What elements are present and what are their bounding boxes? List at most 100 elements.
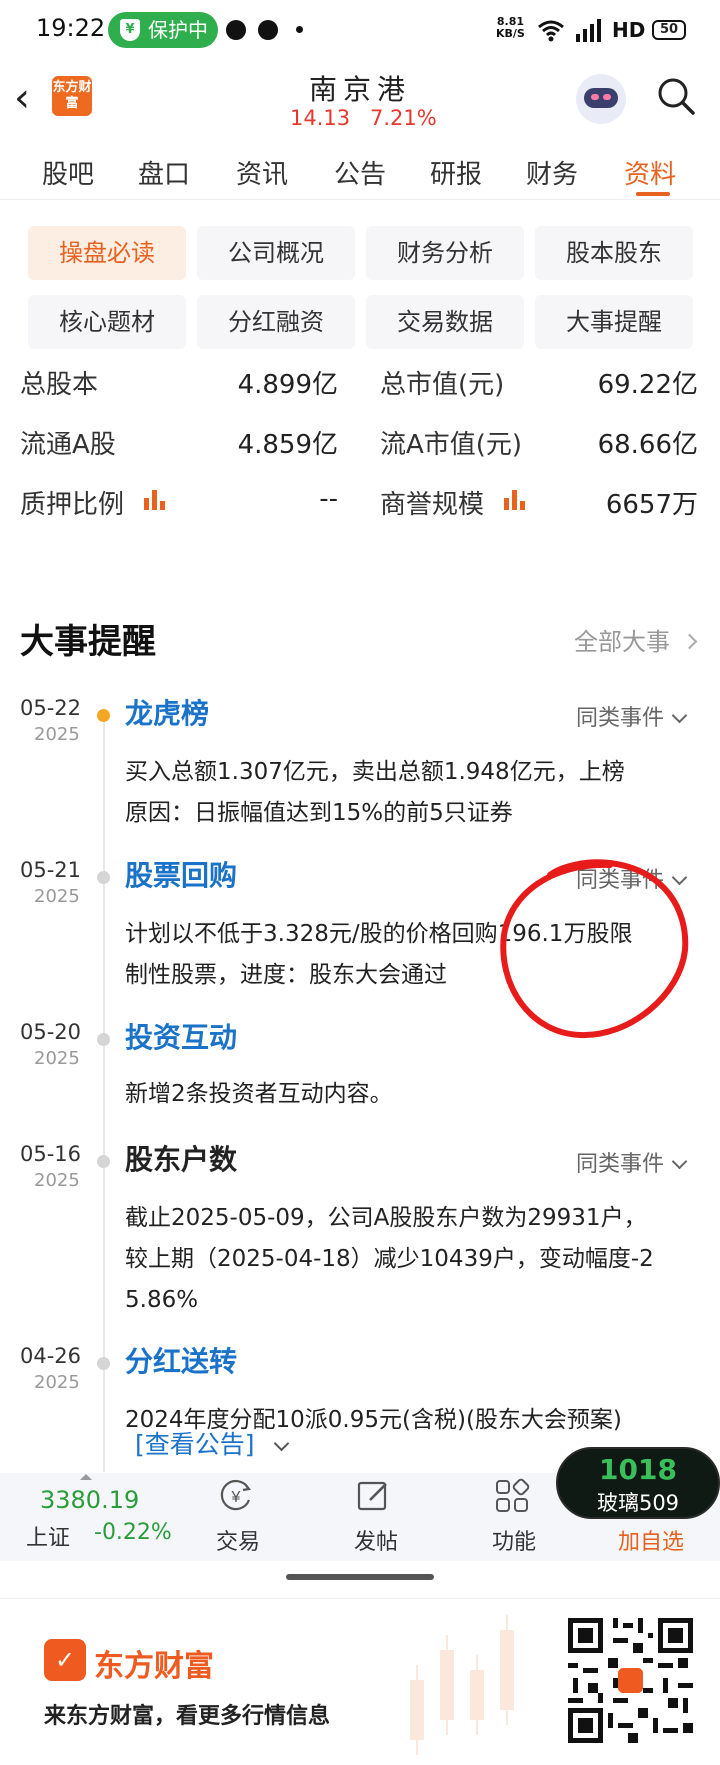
stat-value: 4.899亿 (237, 370, 338, 400)
trade-icon[interactable]: ¥ (218, 1478, 254, 1514)
shield-icon: ¥ (120, 19, 140, 41)
stat-label: 商誉规模 (380, 490, 485, 520)
stat-label: 流A市值(元) (380, 430, 523, 460)
trade-label[interactable]: 交易 (216, 1524, 260, 1556)
status-bar: 19:22 ¥ 保护中 8.81 KB/S HD 50 (0, 0, 720, 62)
event-date: 05-20 (20, 1020, 82, 1044)
stat-value: -- (319, 484, 338, 514)
index-name[interactable]: 上证 (26, 1520, 70, 1552)
event-year: 2025 (34, 1170, 80, 1191)
view-notice-label: [查看公告] (135, 1430, 255, 1459)
subtab-core-themes[interactable]: 核心题材 (28, 295, 186, 349)
stat-label: 质押比例 (20, 490, 125, 520)
event-body-line: 较上期（2025-04-18）减少10439户，变动幅度-2 (125, 1246, 654, 1272)
all-events-link[interactable]: 全部大事 (574, 622, 697, 657)
event-body: 截止2025-05-09，公司A股股东户数为29931户， 较上期（2025-0… (125, 1198, 685, 1321)
subtab-dividends[interactable]: 分红融资 (197, 295, 355, 349)
event-title[interactable]: 龙虎榜 (125, 692, 209, 732)
event-title[interactable]: 股票回购 (125, 854, 237, 894)
subtab-shareholders[interactable]: 股本股东 (535, 226, 693, 280)
pledge-chart-icon[interactable] (144, 490, 166, 510)
tab-profile[interactable]: 资料 (624, 154, 676, 191)
event-year: 2025 (34, 1048, 80, 1069)
subtab-events[interactable]: 大事提醒 (535, 295, 693, 349)
timeline-dot (97, 871, 110, 884)
tab-guba[interactable]: 股吧 (42, 154, 94, 191)
main-tabs: 股吧 盘口 资讯 公告 研报 财务 资料 (0, 140, 720, 200)
view-notice-link[interactable]: [查看公告] (135, 1425, 290, 1461)
stat-label: 流通A股 (20, 430, 116, 460)
home-indicator[interactable] (286, 1574, 434, 1580)
protect-label: 保护中 (148, 18, 208, 42)
post-label[interactable]: 发帖 (354, 1524, 398, 1556)
subtab-financial-analysis[interactable]: 财务分析 (366, 226, 524, 280)
events-section-title: 大事提醒 (20, 622, 156, 662)
event-date: 05-16 (20, 1142, 82, 1166)
subtab-company-overview[interactable]: 公司概况 (197, 226, 355, 280)
stat-label: 总市值(元) (380, 370, 505, 400)
event-body-line: 5.86% (125, 1287, 199, 1313)
bubble-stock-name: 玻璃509 (596, 1491, 680, 1515)
timeline-dot (97, 1357, 110, 1370)
event-date: 05-21 (20, 858, 82, 882)
goodwill-chart-icon[interactable] (504, 490, 526, 510)
event-title[interactable]: 投资互动 (125, 1016, 237, 1056)
event-year: 2025 (34, 1372, 80, 1393)
battery-icon: 50 (652, 20, 686, 40)
stat-value: 6657万 (605, 490, 698, 520)
event-body: 买入总额1.307亿元，卖出总额1.948亿元，上榜 原因：日振幅值达到15%的… (125, 752, 685, 834)
index-change[interactable]: -0.22% (94, 1520, 172, 1545)
hd-label: HD (612, 18, 646, 42)
event-title[interactable]: 分红送转 (125, 1340, 237, 1380)
grid-function-icon[interactable] (494, 1478, 530, 1514)
add-watchlist-button[interactable]: 加自选 (618, 1524, 684, 1556)
protect-badge: ¥ 保护中 (108, 12, 218, 48)
red-annotation-circle (500, 859, 689, 1039)
timeline-dot (97, 709, 110, 722)
status-time: 19:22 (36, 14, 106, 42)
all-events-label: 全部大事 (574, 628, 670, 656)
eastmoney-logo-icon: ✓ (44, 1639, 86, 1681)
stat-label: 总股本 (20, 370, 99, 400)
event-body-line: 截止2025-05-09，公司A股股东户数为29931户， (125, 1205, 647, 1231)
same-type-events-button[interactable]: 同类事件 (576, 700, 688, 732)
stock-price: 14.13 (290, 106, 351, 130)
index-value[interactable]: 3380.19 (40, 1486, 139, 1514)
tab-research[interactable]: 研报 (430, 154, 482, 191)
function-label[interactable]: 功能 (492, 1524, 536, 1556)
tab-news[interactable]: 资讯 (236, 154, 288, 191)
active-tab-indicator (636, 192, 670, 196)
decorative-candlesticks (410, 1615, 514, 1755)
stat-value: 68.66亿 (597, 430, 698, 460)
tab-announcements[interactable]: 公告 (334, 154, 386, 191)
subtab-trade-data[interactable]: 交易数据 (366, 295, 524, 349)
wifi-icon (538, 20, 564, 42)
same-type-events-button[interactable]: 同类事件 (576, 1146, 688, 1178)
event-body-line: 原因：日振幅值达到15%的前5只证券 (125, 800, 513, 826)
post-icon[interactable] (356, 1478, 392, 1514)
chevron-right-icon (681, 633, 697, 650)
same-type-label: 同类事件 (576, 1152, 665, 1177)
event-date: 04-26 (20, 1344, 82, 1368)
chevron-up-icon[interactable] (80, 1474, 92, 1480)
timeline-dot (97, 1033, 110, 1046)
svg-text:¥: ¥ (231, 1489, 241, 1506)
assistant-robot-icon[interactable] (576, 74, 626, 124)
stat-value: 69.22亿 (597, 370, 698, 400)
stat-value: 4.859亿 (237, 430, 338, 460)
tab-pankou[interactable]: 盘口 (138, 154, 190, 191)
footer-brand: 东方财富 (94, 1649, 214, 1684)
search-icon[interactable] (656, 76, 696, 116)
bubble-number: 1018 (599, 1453, 677, 1486)
event-title[interactable]: 股东户数 (125, 1138, 237, 1178)
same-type-label: 同类事件 (576, 706, 665, 731)
chat-icon (258, 20, 278, 40)
chevron-down-icon (671, 707, 688, 724)
event-body-line: 买入总额1.307亿元，卖出总额1.948亿元，上榜 (125, 759, 625, 785)
subtab-must-read[interactable]: 操盘必读 (28, 226, 186, 280)
chevron-down-icon (274, 1435, 290, 1452)
notification-icon (226, 20, 246, 40)
signal-icon (576, 19, 601, 42)
net-speed-unit: KB/S (496, 27, 525, 40)
tab-finance[interactable]: 财务 (526, 154, 578, 191)
